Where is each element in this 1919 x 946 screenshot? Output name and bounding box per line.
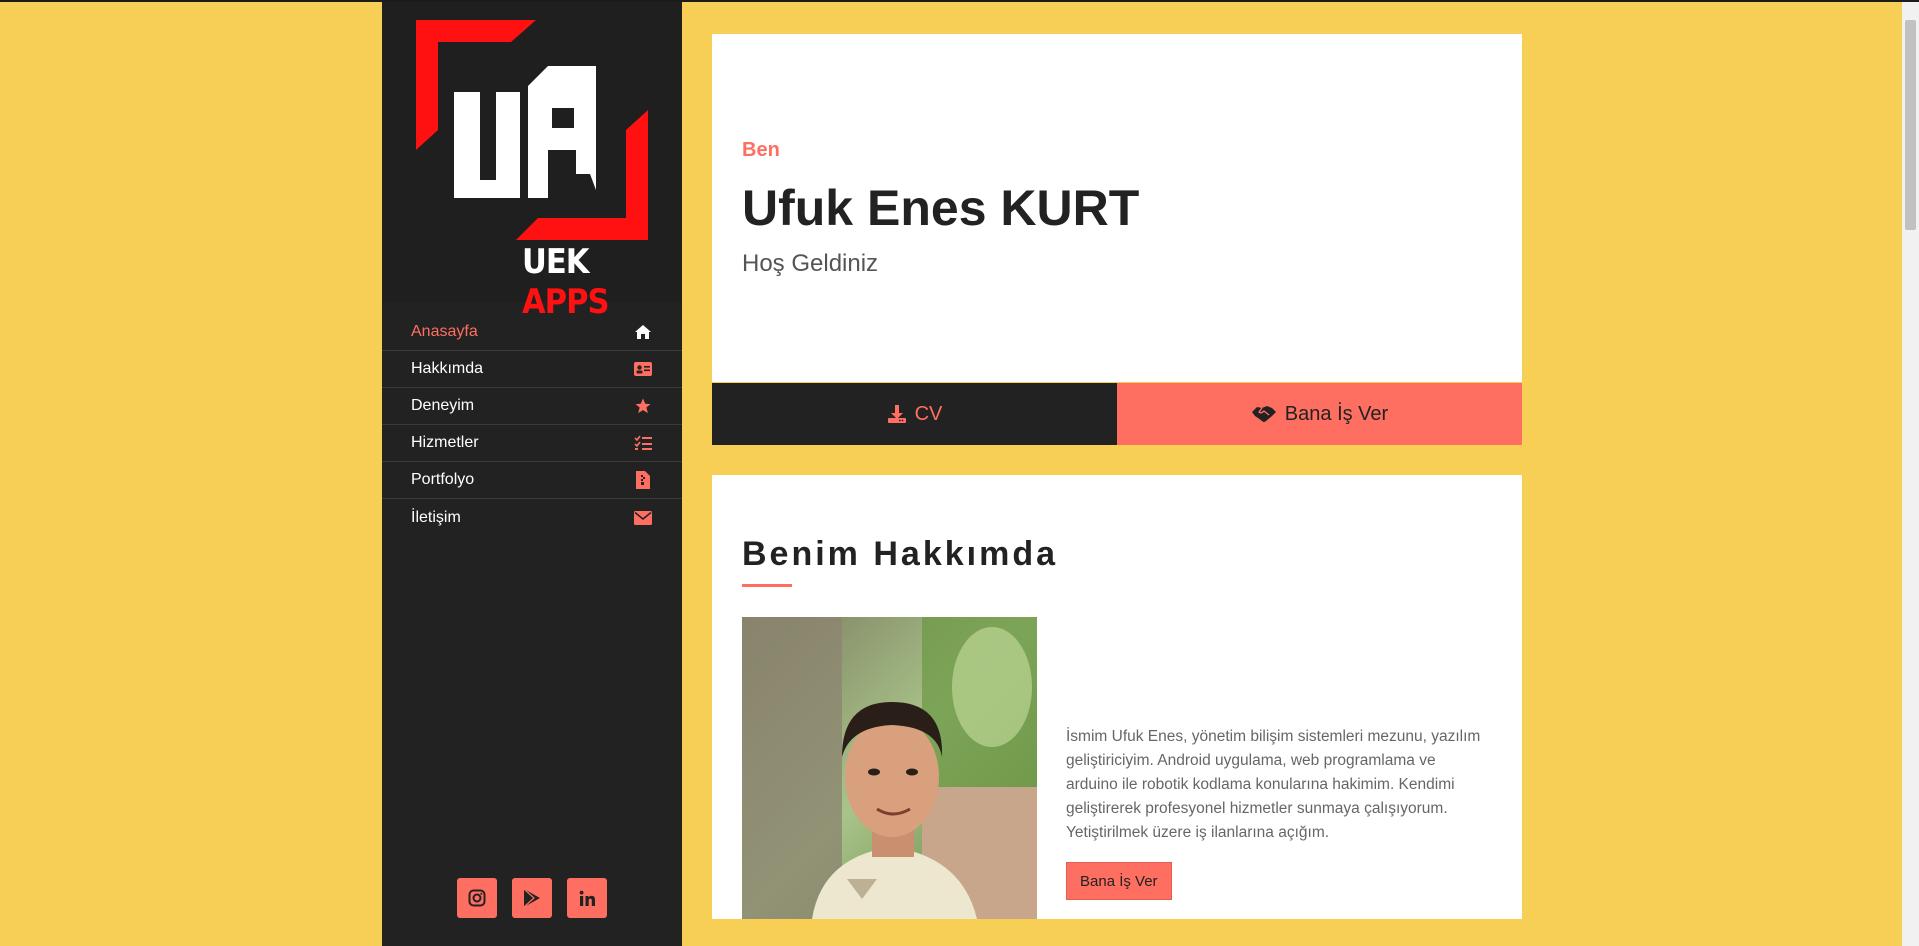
about-hire-button[interactable]: Bana İş Ver — [1066, 862, 1172, 900]
tasks-icon — [634, 434, 652, 452]
home-icon — [634, 323, 652, 341]
profile-photo — [742, 617, 1037, 919]
hire-me-label: Bana İş Ver — [1284, 402, 1389, 425]
page-scrollbar[interactable] — [1902, 2, 1919, 946]
hero-card: Ben Ufuk Enes KURT Hoş Geldiniz — [712, 34, 1522, 382]
sidebar-item-deneyim[interactable]: Deneyim — [382, 388, 682, 425]
envelope-icon — [634, 509, 652, 527]
linkedin-button[interactable] — [567, 878, 607, 918]
linkedin-icon — [579, 890, 595, 906]
cv-download-button[interactable]: CV — [712, 383, 1117, 445]
logo-text: UEK APPS — [522, 242, 610, 322]
google-play-icon — [523, 888, 540, 908]
scrollbar-thumb[interactable] — [1905, 20, 1916, 230]
logo[interactable]: UEK APPS — [382, 2, 682, 322]
about-text: İsmim Ufuk Enes, yönetim bilişim sisteml… — [1066, 728, 1481, 841]
sidebar-item-label: Deneyim — [411, 397, 475, 414]
about-card: Benim Hakkımda İsmim Ufuk Enes, yönetim … — [712, 475, 1522, 919]
hire-me-button[interactable]: Bana İş Ver — [1117, 383, 1522, 445]
sidebar-item-hakkimda[interactable]: Hakkımda — [382, 351, 682, 388]
handshake-icon — [1251, 406, 1276, 422]
sidebar-item-label: Hizmetler — [411, 434, 479, 451]
title-underline — [742, 584, 792, 587]
sidebar-item-label: Hakkımda — [411, 360, 484, 377]
about-title: Benim Hakkımda — [742, 535, 1058, 573]
sidebar-item-label: Anasayfa — [411, 323, 478, 340]
hero-eyebrow: Ben — [742, 139, 780, 161]
sidebar-item-iletisim[interactable]: İletişim — [382, 499, 682, 536]
sidebar-item-label: Portfolyo — [411, 471, 475, 488]
sidebar-item-hizmetler[interactable]: Hizmetler — [382, 425, 682, 462]
hero-buttons: CV Bana İş Ver — [712, 383, 1522, 445]
star-icon — [634, 397, 652, 415]
sidebar-item-label: İletişim — [411, 508, 461, 526]
social-links — [382, 878, 682, 918]
sidebar-item-portfolyo[interactable]: Portfolyo — [382, 462, 682, 499]
cv-label: CV — [914, 402, 943, 425]
hero-name: Ufuk Enes KURT — [742, 180, 1140, 236]
sidebar: UEK APPS Anasayfa Hakkımda Deneyim Hizme… — [382, 2, 682, 946]
sidebar-nav: Anasayfa Hakkımda Deneyim Hizmetler Port… — [382, 314, 682, 536]
instagram-icon — [468, 889, 486, 907]
hero-subtitle: Hoş Geldiniz — [742, 250, 879, 277]
id-card-icon — [634, 360, 652, 378]
file-icon — [634, 471, 652, 489]
google-play-button[interactable] — [512, 878, 552, 918]
download-icon — [887, 405, 906, 423]
instagram-button[interactable] — [457, 878, 497, 918]
